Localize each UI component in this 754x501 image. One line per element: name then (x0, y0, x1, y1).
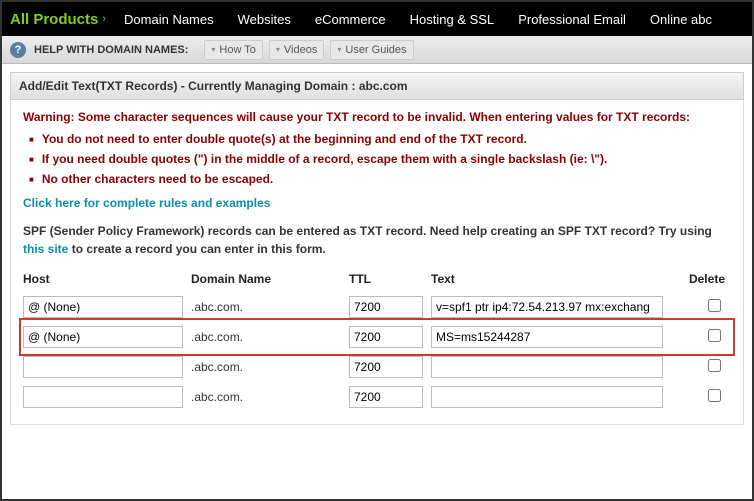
table-row: .abc.com. (23, 382, 731, 412)
nav-hosting-ssl[interactable]: Hosting & SSL (410, 12, 495, 27)
col-delete: Delete (671, 272, 731, 286)
help-icon: ? (10, 42, 26, 58)
text-input[interactable] (431, 296, 663, 318)
table-row: .abc.com. (23, 352, 731, 382)
warning-heading: Warning: Some character sequences will c… (23, 110, 731, 124)
chevron-right-icon: › (102, 13, 106, 25)
nav-domain-names[interactable]: Domain Names (124, 12, 214, 27)
caret-down-icon: ▾ (337, 45, 341, 54)
brand-label[interactable]: All Products (10, 11, 98, 28)
warning-list: You do not need to enter double quote(s)… (23, 132, 731, 186)
host-input[interactable] (23, 326, 183, 348)
ttl-input[interactable] (349, 386, 423, 408)
top-nav: All Products › Domain Names Websites eCo… (2, 2, 752, 36)
col-host: Host (23, 272, 183, 286)
nav-online-abc[interactable]: Online abc (650, 12, 712, 27)
txt-records-table: Host Domain Name TTL Text Delete .abc.co… (23, 270, 731, 412)
help-howto-dropdown[interactable]: ▾How To (204, 40, 263, 60)
host-input[interactable] (23, 296, 183, 318)
host-input[interactable] (23, 356, 183, 378)
warning-item: No other characters need to be escaped. (29, 172, 731, 186)
rules-examples-link[interactable]: Click here for complete rules and exampl… (23, 196, 270, 210)
ttl-input[interactable] (349, 326, 423, 348)
panel-title: Add/Edit Text(TXT Records) - Currently M… (10, 72, 744, 100)
delete-checkbox[interactable] (708, 299, 721, 312)
help-bar: ? HELP WITH DOMAIN NAMES: ▾How To ▾Video… (2, 36, 752, 64)
text-input[interactable] (431, 386, 663, 408)
spf-help-text: SPF (Sender Policy Framework) records ca… (23, 222, 731, 258)
col-text: Text (431, 272, 663, 286)
nav-websites[interactable]: Websites (238, 12, 291, 27)
ttl-input[interactable] (349, 296, 423, 318)
domain-label: .abc.com. (191, 390, 341, 404)
nav-professional-email[interactable]: Professional Email (518, 12, 626, 27)
host-input[interactable] (23, 386, 183, 408)
text-input[interactable] (431, 326, 663, 348)
delete-checkbox[interactable] (708, 359, 721, 372)
col-domain: Domain Name (191, 272, 341, 286)
delete-checkbox[interactable] (708, 329, 721, 342)
help-userguides-dropdown[interactable]: ▾User Guides (330, 40, 413, 60)
domain-label: .abc.com. (191, 300, 341, 314)
caret-down-icon: ▾ (276, 45, 280, 54)
col-ttl: TTL (349, 272, 423, 286)
delete-checkbox[interactable] (708, 389, 721, 402)
table-row: .abc.com. (23, 322, 731, 352)
domain-label: .abc.com. (191, 360, 341, 374)
nav-ecommerce[interactable]: eCommerce (315, 12, 386, 27)
text-input[interactable] (431, 356, 663, 378)
warning-item: You do not need to enter double quote(s)… (29, 132, 731, 146)
caret-down-icon: ▾ (211, 45, 215, 54)
help-label: HELP WITH DOMAIN NAMES: (34, 44, 188, 56)
domain-label: .abc.com. (191, 330, 341, 344)
ttl-input[interactable] (349, 356, 423, 378)
warning-item: If you need double quotes (") in the mid… (29, 152, 731, 166)
spf-site-link[interactable]: this site (23, 242, 68, 256)
help-videos-dropdown[interactable]: ▾Videos (269, 40, 324, 60)
table-row: .abc.com. (23, 292, 731, 322)
